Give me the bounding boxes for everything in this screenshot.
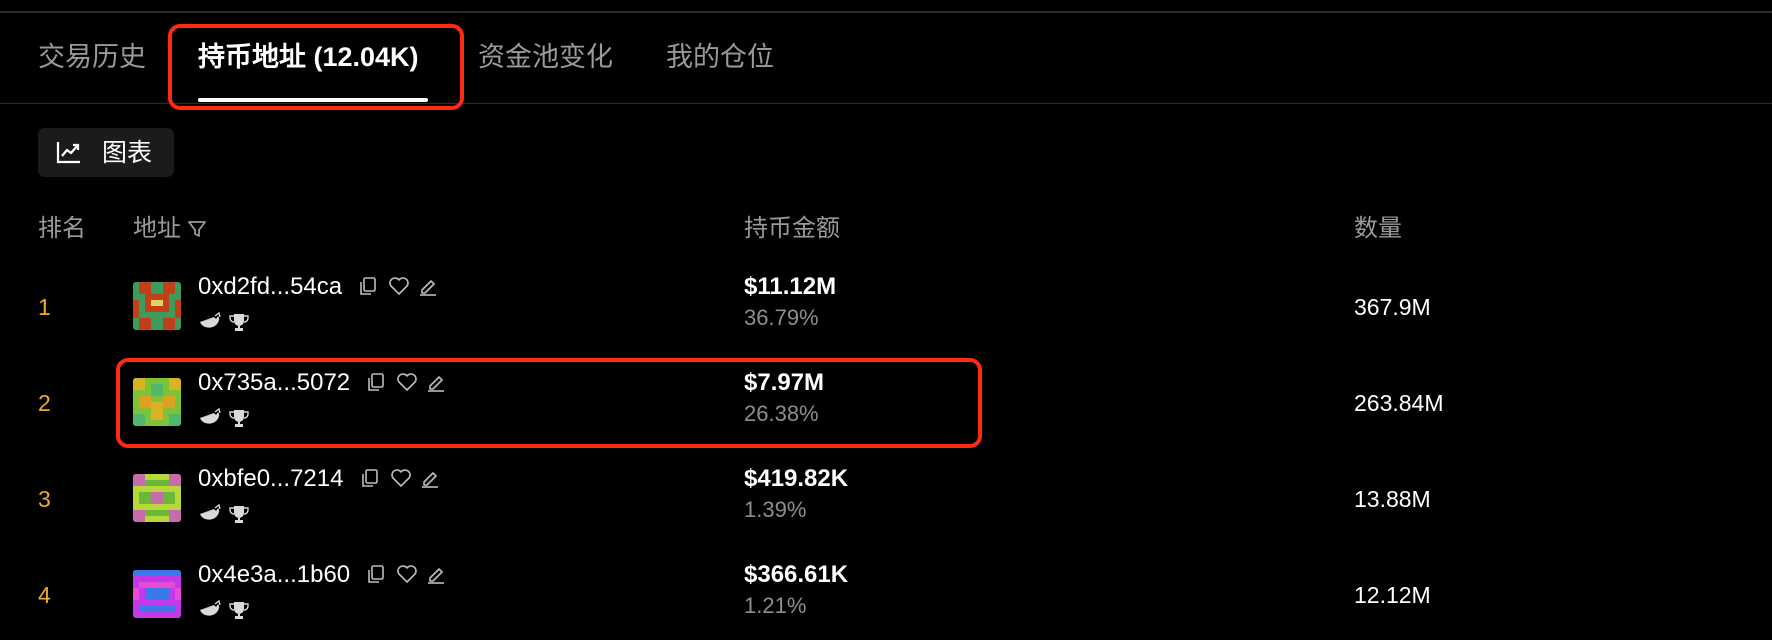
table-row[interactable]: 4 0x4e3a...1b60 $366.61K 1.21% 12.12M xyxy=(0,544,1772,640)
avatar xyxy=(133,282,181,330)
heart-icon[interactable] xyxy=(396,372,418,397)
quantity: 12.12M xyxy=(1354,582,1431,608)
holding-amount: $366.61K xyxy=(744,561,849,588)
rank: 2 xyxy=(38,390,51,416)
holding-percent: 1.21% xyxy=(744,593,807,618)
whale-icon xyxy=(198,599,222,625)
address-text[interactable]: 0xbfe0...7214 xyxy=(198,464,343,494)
table-row[interactable]: 3 0xbfe0...7214 $419.82K 1.39% 13.88M xyxy=(0,448,1772,544)
heart-icon[interactable] xyxy=(396,564,418,589)
whale-icon xyxy=(198,407,222,433)
chart-line-icon xyxy=(56,142,80,164)
top-divider xyxy=(0,11,1772,13)
whale-icon xyxy=(198,311,222,337)
holding-amount: $419.82K xyxy=(744,465,849,492)
tab-holders[interactable]: 持币地址 (12.04K) xyxy=(198,40,419,74)
chart-button[interactable]: 图表 xyxy=(38,128,174,177)
address-text[interactable]: 0x4e3a...1b60 xyxy=(198,560,350,590)
heart-icon[interactable] xyxy=(390,468,412,493)
tab-bar: 交易历史 持币地址 (12.04K) 资金池变化 我的仓位 xyxy=(0,14,1772,104)
address-text[interactable]: 0x735a...5072 xyxy=(198,368,350,398)
rank: 1 xyxy=(38,294,51,320)
copy-icon[interactable] xyxy=(366,564,386,589)
holding-percent: 26.38% xyxy=(744,401,819,426)
edit-icon[interactable] xyxy=(420,468,440,493)
holding-amount: $7.97M xyxy=(744,369,825,396)
header-rank: 排名 xyxy=(38,215,86,242)
copy-icon[interactable] xyxy=(366,372,386,397)
table-row[interactable]: 1 0xd2fd...54ca $11.12M 36.79% 367.9M xyxy=(0,256,1772,352)
quantity: 13.88M xyxy=(1354,486,1431,512)
table-row[interactable]: 2 0x735a...5072 $7.97M 26.38% 263.84M xyxy=(0,352,1772,448)
address-text[interactable]: 0xd2fd...54ca xyxy=(198,272,342,302)
tab-my-position[interactable]: 我的仓位 xyxy=(666,40,774,74)
trophy-icon xyxy=(228,504,250,529)
whale-icon xyxy=(198,503,222,529)
rank: 3 xyxy=(38,486,51,512)
header-address: 地址 xyxy=(133,214,207,244)
chart-button-label: 图表 xyxy=(102,139,153,167)
header-quantity: 数量 xyxy=(1354,215,1402,242)
tab-trade-history[interactable]: 交易历史 xyxy=(38,40,146,74)
avatar xyxy=(133,570,181,618)
holding-percent: 1.39% xyxy=(744,497,807,522)
trophy-icon xyxy=(228,312,250,337)
copy-icon[interactable] xyxy=(360,468,380,493)
rank: 4 xyxy=(38,582,51,608)
avatar xyxy=(133,474,181,522)
header-amount: 持币金额 xyxy=(744,215,840,242)
quantity: 263.84M xyxy=(1354,390,1444,416)
edit-icon[interactable] xyxy=(426,564,446,589)
trophy-icon xyxy=(228,408,250,433)
filter-icon[interactable] xyxy=(187,219,207,239)
edit-icon[interactable] xyxy=(418,276,438,301)
heart-icon[interactable] xyxy=(388,276,410,301)
edit-icon[interactable] xyxy=(426,372,446,397)
avatar xyxy=(133,378,181,426)
quantity: 367.9M xyxy=(1354,294,1431,320)
holding-percent: 36.79% xyxy=(744,305,819,330)
copy-icon[interactable] xyxy=(358,276,378,301)
holding-amount: $11.12M xyxy=(744,273,837,300)
header-address-label: 地址 xyxy=(133,215,181,242)
trophy-icon xyxy=(228,600,250,625)
tab-pool-changes[interactable]: 资金池变化 xyxy=(478,40,613,74)
active-tab-indicator xyxy=(198,98,428,102)
